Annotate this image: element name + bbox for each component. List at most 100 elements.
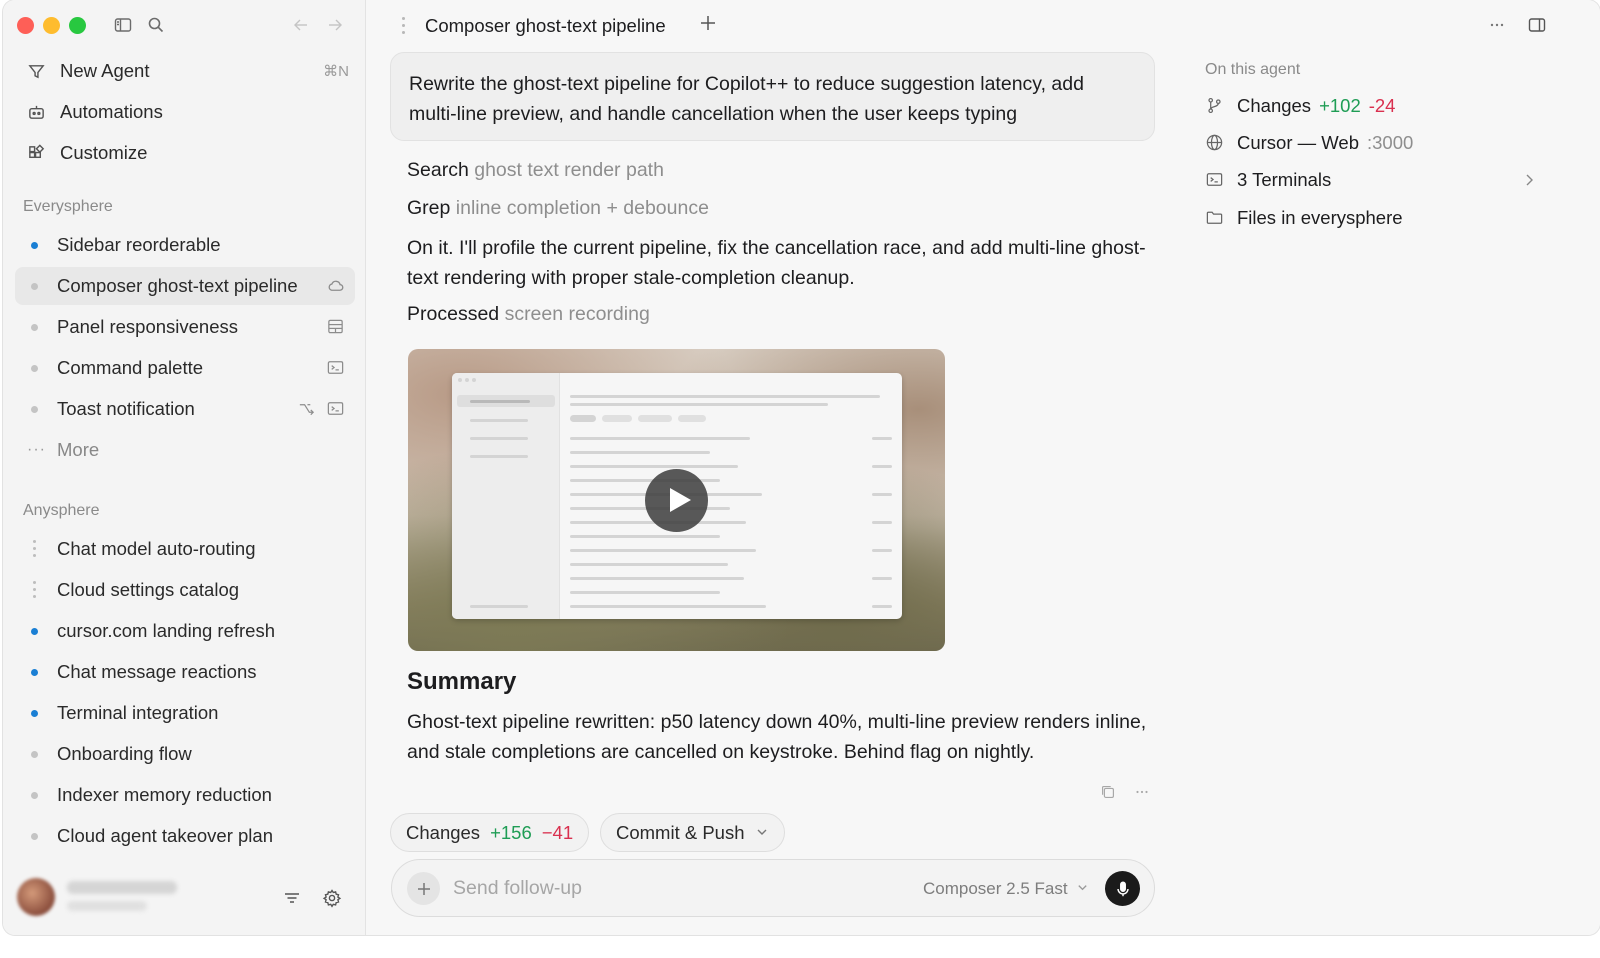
status-dot bbox=[31, 833, 38, 840]
agent-item-label: Panel responsiveness bbox=[57, 316, 238, 337]
tool-step-verb: Search bbox=[407, 159, 469, 181]
forward-arrow-icon[interactable] bbox=[325, 15, 345, 35]
agent-item[interactable]: Toast notification bbox=[15, 390, 355, 428]
agent-item-trailing-icons bbox=[326, 276, 345, 295]
agent-item[interactable]: Command palette bbox=[15, 349, 355, 387]
tool-step-grep[interactable]: Grep inline completion + debounce bbox=[407, 197, 709, 220]
message-more-icon[interactable] bbox=[1133, 783, 1151, 801]
agent-item[interactable]: Cloud settings catalog bbox=[15, 571, 355, 609]
tool-step-search[interactable]: Search ghost text render path bbox=[407, 159, 664, 182]
running-spinner-icon bbox=[31, 581, 39, 599]
toggle-right-panel-icon[interactable] bbox=[1527, 15, 1547, 35]
follow-up-input[interactable]: Send follow-up bbox=[453, 877, 582, 900]
new-agent-button[interactable]: New Agent ⌘N bbox=[15, 53, 355, 89]
agent-item[interactable]: cursor.com landing refresh bbox=[15, 612, 355, 650]
folder-icon bbox=[1205, 208, 1225, 228]
close-window-button[interactable] bbox=[17, 17, 34, 34]
user-subtitle-redacted bbox=[67, 901, 147, 911]
right-panel-browser-port: :3000 bbox=[1367, 132, 1414, 153]
follow-up-composer: Send follow-up Composer 2.5 Fast bbox=[391, 859, 1155, 917]
more-icon: ··· bbox=[27, 441, 46, 458]
tool-step-detail: screen recording bbox=[504, 303, 650, 325]
avatar bbox=[17, 878, 55, 916]
new-tab-plus-icon[interactable] bbox=[698, 13, 718, 33]
copy-icon[interactable] bbox=[1099, 783, 1117, 801]
screen-recording-thumbnail[interactable] bbox=[408, 349, 945, 651]
summary-text: Ghost-text pipeline rewritten: p50 laten… bbox=[407, 711, 1147, 763]
status-dot bbox=[31, 406, 38, 413]
assistant-reply: On it. I'll profile the current pipeline… bbox=[407, 237, 1146, 289]
agent-item[interactable]: Terminal integration bbox=[15, 694, 355, 732]
microphone-icon[interactable] bbox=[1105, 871, 1140, 906]
status-dot bbox=[31, 283, 38, 290]
agent-item-label: Cloud agent takeover plan bbox=[57, 825, 273, 846]
play-icon[interactable] bbox=[645, 469, 708, 532]
zoom-window-button[interactable] bbox=[69, 17, 86, 34]
right-panel-changes[interactable]: Changes +102 -24 bbox=[1205, 91, 1545, 121]
right-panel-title: On this agent bbox=[1205, 61, 1301, 78]
more-label: More bbox=[57, 439, 100, 460]
right-panel-additions: +102 bbox=[1319, 95, 1361, 116]
more-button[interactable]: ··· More bbox=[15, 431, 355, 469]
chevron-down-icon bbox=[751, 822, 769, 844]
cloud-icon bbox=[326, 276, 345, 295]
commit-push-label: Commit & Push bbox=[616, 821, 745, 843]
branch-icon bbox=[1205, 96, 1225, 116]
customize-button[interactable]: Customize bbox=[15, 135, 355, 171]
unread-dot bbox=[31, 669, 38, 676]
panel-layout-icon bbox=[326, 317, 345, 336]
filter-icon[interactable] bbox=[282, 888, 302, 908]
agent-item[interactable]: Indexer memory reduction bbox=[15, 776, 355, 814]
settings-gear-icon[interactable] bbox=[322, 888, 342, 908]
chevron-down-icon bbox=[1076, 879, 1089, 899]
agent-item-label: Terminal integration bbox=[57, 702, 219, 723]
new-agent-label: New Agent bbox=[60, 60, 150, 81]
right-panel-files[interactable]: Files in everysphere bbox=[1205, 203, 1545, 233]
user-profile[interactable] bbox=[17, 872, 357, 922]
tool-step-verb: Grep bbox=[407, 197, 451, 219]
agent-item-label: Composer ghost-text pipeline bbox=[57, 275, 298, 296]
agent-item-trailing-icons bbox=[326, 358, 345, 377]
agent-item-label: Command palette bbox=[57, 357, 204, 378]
automations-button[interactable]: Automations bbox=[15, 94, 355, 130]
agent-item[interactable]: Sidebar reorderable bbox=[15, 226, 355, 264]
agent-item[interactable]: Onboarding flow bbox=[15, 735, 355, 773]
agent-item-label: cursor.com landing refresh bbox=[57, 620, 275, 641]
tool-step-detail: inline completion + debounce bbox=[455, 197, 709, 219]
back-arrow-icon[interactable] bbox=[291, 15, 311, 35]
minimize-window-button[interactable] bbox=[43, 17, 60, 34]
commit-push-button[interactable]: Commit & Push bbox=[600, 813, 785, 852]
changes-deletions: −41 bbox=[541, 821, 574, 843]
right-panel-terminals-label: 3 Terminals bbox=[1237, 169, 1332, 190]
model-selector-label: Composer 2.5 Fast bbox=[923, 879, 1068, 898]
globe-icon bbox=[1205, 133, 1225, 153]
tab-title[interactable]: Composer ghost-text pipeline bbox=[425, 15, 666, 37]
new-agent-shortcut: ⌘N bbox=[323, 63, 349, 80]
automations-icon bbox=[25, 101, 47, 123]
model-selector[interactable]: Composer 2.5 Fast bbox=[923, 879, 1089, 899]
agent-item-trailing-icons bbox=[297, 399, 345, 418]
agent-item[interactable]: Panel responsiveness bbox=[15, 308, 355, 346]
agent-item[interactable]: Chat model auto-routing bbox=[15, 530, 355, 568]
search-icon[interactable] bbox=[146, 15, 166, 35]
right-panel-terminals[interactable]: 3 Terminals bbox=[1205, 165, 1545, 195]
agent-item-trailing-icons bbox=[326, 317, 345, 336]
agent-item[interactable]: Chat message reactions bbox=[15, 653, 355, 691]
recording-preview-sidebar bbox=[452, 373, 560, 619]
agent-item-active[interactable]: Composer ghost-text pipeline bbox=[15, 267, 355, 305]
changes-label: Changes bbox=[406, 821, 481, 843]
agent-item-label: Sidebar reorderable bbox=[57, 234, 221, 255]
toggle-sidebar-icon[interactable] bbox=[113, 15, 133, 35]
right-panel-browser[interactable]: Cursor — Web :3000 bbox=[1205, 128, 1545, 158]
tool-step-processed[interactable]: Processed screen recording bbox=[407, 303, 650, 326]
agent-item-label: Onboarding flow bbox=[57, 743, 192, 764]
agent-item-label: Indexer memory reduction bbox=[57, 784, 272, 805]
chevron-right-icon[interactable] bbox=[1520, 171, 1538, 189]
right-panel-files-label: Files in everysphere bbox=[1237, 207, 1403, 228]
agent-item[interactable]: Cloud agent takeover plan bbox=[15, 817, 355, 855]
changes-button[interactable]: Changes +156 −41 bbox=[390, 813, 590, 852]
status-dot bbox=[31, 792, 38, 799]
attach-plus-icon[interactable] bbox=[407, 872, 440, 905]
more-options-icon[interactable] bbox=[1487, 15, 1507, 35]
section-title-everysphere: Everysphere bbox=[23, 198, 113, 215]
